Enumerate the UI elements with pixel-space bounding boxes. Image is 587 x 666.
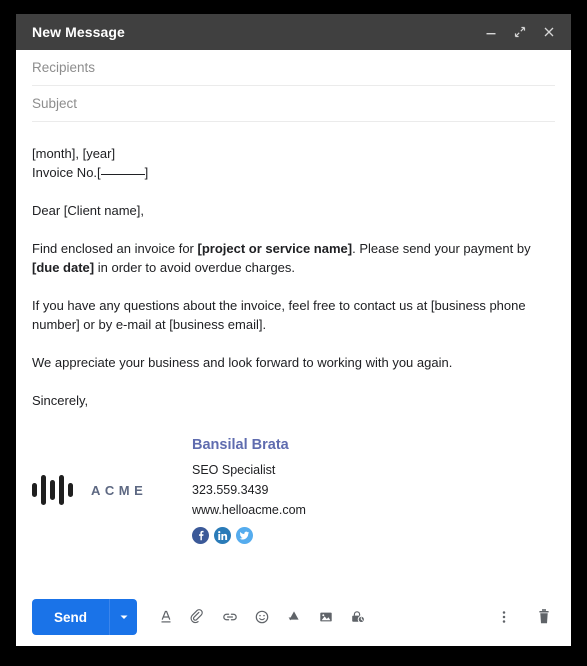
para1-part-b: . Please send your payment by [352, 241, 531, 256]
compose-header: New Message [16, 14, 571, 50]
invoice-number-blank [100, 174, 145, 175]
date-line: [month], [year] [32, 146, 116, 161]
company-name: ACME [91, 482, 148, 498]
paragraph-appreciation: We appreciate your business and look for… [32, 355, 453, 370]
signature-details: Bansilal Brata SEO Specialist 323.559.34… [192, 436, 306, 544]
closing-line: Sincerely, [32, 393, 89, 408]
recipients-placeholder: Recipients [32, 60, 96, 75]
linkedin-icon[interactable] [214, 527, 231, 544]
compose-toolbar: Send [16, 588, 571, 646]
trash-icon[interactable] [533, 606, 555, 628]
subject-placeholder: Subject [32, 96, 78, 111]
signature-phone: 323.559.3439 [192, 483, 269, 497]
email-signature: ACME Bansilal Brata SEO Specialist 323.5… [32, 436, 555, 544]
format-text-icon[interactable] [155, 606, 177, 628]
google-drive-icon[interactable] [283, 606, 305, 628]
image-icon[interactable] [315, 606, 337, 628]
send-button-group[interactable]: Send [32, 599, 138, 635]
recipients-field[interactable]: Recipients [32, 50, 555, 86]
due-date-placeholder: [due date] [32, 260, 95, 275]
invoice-number-prefix: Invoice No.[ [32, 165, 101, 180]
salutation: Dear [Client name], [32, 203, 144, 218]
company-logo: ACME [32, 473, 192, 507]
subject-field[interactable]: Subject [32, 86, 555, 122]
paragraph-contact-info: If you have any questions about the invo… [32, 298, 526, 332]
twitter-icon[interactable] [236, 527, 253, 544]
para1-part-c: in order to avoid overdue charges. [94, 260, 296, 275]
paragraph-invoice-details: Find enclosed an invoice for [project or… [32, 239, 555, 277]
expand-icon[interactable] [512, 24, 528, 40]
send-options-chevron-down-icon[interactable] [109, 599, 137, 635]
message-body[interactable]: [month], [year] Invoice No.[] Dear [Clie… [16, 122, 571, 588]
minimize-icon[interactable] [483, 24, 499, 40]
waveform-logo-icon [32, 473, 73, 507]
signature-name: Bansilal Brata [192, 437, 289, 453]
page-title: New Message [32, 24, 125, 40]
toolbar-right-actions [493, 606, 555, 628]
emoji-icon[interactable] [251, 606, 273, 628]
window-controls [483, 24, 557, 40]
paperclip-icon[interactable] [187, 606, 209, 628]
signature-title: SEO Specialist [192, 463, 276, 477]
send-button[interactable]: Send [32, 599, 109, 635]
compose-window: New Message Recipients Subject [month], … [16, 14, 571, 646]
social-links [192, 527, 306, 544]
kebab-menu-icon[interactable] [493, 606, 515, 628]
invoice-number-suffix: ] [144, 165, 149, 180]
date-and-invoice-block: [month], [year] Invoice No.[] [32, 144, 555, 182]
close-icon[interactable] [541, 24, 557, 40]
para1-part-a: Find enclosed an invoice for [32, 241, 198, 256]
signature-website: www.helloacme.com [192, 503, 306, 517]
lock-clock-icon[interactable] [347, 606, 369, 628]
link-icon[interactable] [219, 606, 241, 628]
project-name-placeholder: [project or service name] [197, 241, 353, 256]
toolbar-icons [155, 606, 369, 628]
facebook-icon[interactable] [192, 527, 209, 544]
